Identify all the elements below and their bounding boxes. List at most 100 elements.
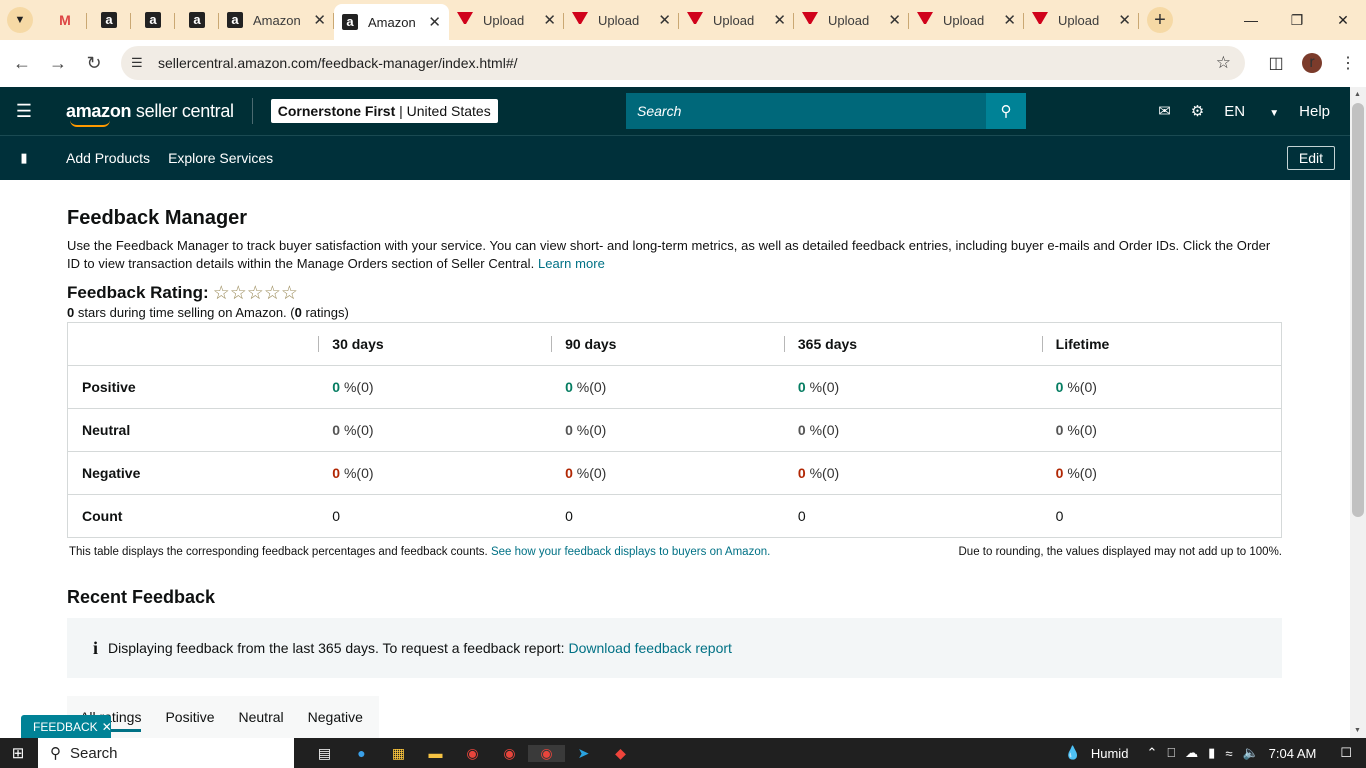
browser-tab[interactable]: a Amazon ✕ bbox=[219, 4, 334, 36]
cell-value: 0 bbox=[332, 465, 341, 481]
onedrive-icon[interactable]: ☁ bbox=[1185, 745, 1198, 761]
bookmark-star-icon[interactable]: ☆ bbox=[1216, 53, 1231, 73]
gear-icon[interactable]: ⚙ bbox=[1191, 102, 1204, 120]
tray-chevron-up-icon[interactable]: ⌃ bbox=[1146, 745, 1157, 761]
new-tab-plus-icon[interactable]: + bbox=[1147, 7, 1173, 33]
browser-tab[interactable]: Upload ✕ bbox=[564, 4, 679, 36]
browser-tab[interactable]: M bbox=[43, 4, 87, 36]
notifications-icon[interactable]: ☐ bbox=[1340, 745, 1352, 761]
reload-icon[interactable]: ↻ bbox=[76, 45, 112, 81]
cell-value: 0 bbox=[1055, 508, 1064, 524]
table-cell: 0 %(0) bbox=[783, 365, 1042, 409]
wifi-icon[interactable]: ≈ bbox=[1225, 746, 1232, 761]
tab-search-chevron-icon[interactable]: ▼ bbox=[7, 7, 33, 33]
windows-taskbar: ⊞ ⚲ Search ▤ ● ▦ ▬ ◉ ◉ ◉ ➤ ◆ 💧 Humid ⌃ ⎕ … bbox=[0, 738, 1366, 768]
telegram-icon[interactable]: ➤ bbox=[565, 745, 602, 762]
feedback-floating-tab[interactable]: FEEDBACK ✕ bbox=[21, 715, 112, 738]
language-selector[interactable]: EN ▼ bbox=[1224, 103, 1279, 120]
amazon-icon: a bbox=[227, 12, 243, 28]
url-text[interactable]: sellercentral.amazon.com/feedback-manage… bbox=[158, 55, 518, 71]
cell-percent: %(0) bbox=[1063, 465, 1097, 481]
search-button[interactable]: ⚲ bbox=[986, 93, 1026, 129]
tab-close-icon[interactable]: ✕ bbox=[1003, 11, 1016, 29]
scroll-thumb[interactable] bbox=[1352, 103, 1364, 517]
edge-icon[interactable]: ● bbox=[343, 745, 380, 762]
tab-close-icon[interactable]: ✕ bbox=[1118, 11, 1131, 29]
back-arrow-icon[interactable]: ← bbox=[4, 45, 40, 81]
tab-close-icon[interactable]: ✕ bbox=[888, 11, 901, 29]
minimize-icon[interactable]: — bbox=[1228, 0, 1274, 40]
browser-tab[interactable]: Upload ✕ bbox=[449, 4, 564, 36]
scroll-down-icon[interactable]: ▼ bbox=[1354, 727, 1361, 734]
cell-percent: %(0) bbox=[340, 422, 374, 438]
tab-title: Upload bbox=[943, 12, 985, 28]
learn-more-link[interactable]: Learn more bbox=[538, 256, 605, 271]
tab-close-icon[interactable]: ✕ bbox=[543, 11, 556, 29]
tab-close-icon[interactable]: ✕ bbox=[428, 13, 441, 31]
browser-tab[interactable]: Upload ✕ bbox=[679, 4, 794, 36]
filter-tab[interactable]: Positive bbox=[165, 709, 214, 725]
bookmark-icon[interactable]: ▮ bbox=[0, 150, 48, 166]
browser-tab[interactable]: a Amazon ✕ bbox=[334, 4, 449, 40]
chrome-profile-icon[interactable]: ◉ bbox=[491, 745, 528, 762]
add-products-link[interactable]: Add Products bbox=[66, 150, 150, 166]
anydesk-icon[interactable]: ◆ bbox=[602, 745, 639, 762]
tab-close-icon[interactable]: ✕ bbox=[773, 11, 786, 29]
download-feedback-report-link[interactable]: Download feedback report bbox=[568, 640, 731, 656]
tab-list: Ma a a a Amazon ✕ a Amazon ✕ Upload ✕ Upload ✕ Upload… bbox=[43, 0, 1139, 40]
page-scrollbar[interactable]: ▲ ▼ bbox=[1350, 87, 1366, 738]
battery-icon[interactable]: ▮ bbox=[1208, 745, 1215, 761]
store-icon[interactable]: ▦ bbox=[380, 745, 417, 762]
clock[interactable]: 7:04 AM bbox=[1269, 746, 1317, 761]
filter-tab[interactable]: Neutral bbox=[239, 709, 284, 725]
task-view-icon[interactable]: ▤ bbox=[306, 745, 343, 762]
volume-icon[interactable]: 🔈 bbox=[1242, 745, 1258, 761]
browser-tab[interactable]: a bbox=[131, 4, 175, 36]
browser-tab[interactable]: Upload ✕ bbox=[794, 4, 909, 36]
store-switcher[interactable]: Cornerstone First | United States bbox=[270, 99, 498, 123]
browser-tab[interactable]: Upload ✕ bbox=[1024, 4, 1139, 36]
taskbar-apps: ▤ ● ▦ ▬ ◉ ◉ ◉ ➤ ◆ bbox=[306, 744, 639, 762]
filter-tab[interactable]: Negative bbox=[308, 709, 363, 725]
tab-close-icon[interactable]: ✕ bbox=[313, 11, 326, 29]
forward-arrow-icon[interactable]: → bbox=[40, 45, 76, 81]
vee-icon bbox=[802, 12, 818, 28]
rating-sub-end: ratings) bbox=[301, 305, 349, 320]
browser-menu-icon[interactable]: ⋮ bbox=[1330, 53, 1366, 73]
explore-services-link[interactable]: Explore Services bbox=[168, 150, 273, 166]
chrome-active-icon[interactable]: ◉ bbox=[528, 744, 565, 762]
taskbar-search[interactable]: ⚲ Search bbox=[38, 738, 294, 768]
weather-icon[interactable]: 💧 bbox=[1065, 745, 1081, 761]
browser-tab[interactable]: a bbox=[87, 4, 131, 36]
tab-close-icon[interactable]: ✕ bbox=[658, 11, 671, 29]
search-input[interactable] bbox=[626, 93, 986, 129]
column-header: 90 days bbox=[551, 323, 784, 366]
hamburger-menu-icon[interactable]: ☰ bbox=[0, 101, 48, 122]
meet-icon[interactable]: ⎕ bbox=[1167, 745, 1175, 761]
chrome-icon[interactable]: ◉ bbox=[454, 745, 491, 762]
side-panel-icon[interactable]: ◫ bbox=[1258, 53, 1294, 73]
mail-icon[interactable]: ✉ bbox=[1158, 102, 1171, 120]
close-window-icon[interactable]: ✕ bbox=[1320, 0, 1366, 40]
cell-value: 0 bbox=[797, 379, 806, 395]
rating-sub-count: 0 bbox=[294, 305, 302, 320]
restore-icon[interactable]: ❐ bbox=[1274, 0, 1320, 40]
edit-button[interactable]: Edit bbox=[1286, 146, 1335, 170]
info-icon: i bbox=[93, 637, 99, 658]
url-omnibox[interactable]: ☰ sellercentral.amazon.com/feedback-mana… bbox=[121, 46, 1245, 80]
see-feedback-display-link[interactable]: See how your feedback displays to buyers… bbox=[491, 546, 770, 558]
close-icon[interactable]: ✕ bbox=[102, 720, 112, 734]
file-explorer-icon[interactable]: ▬ bbox=[417, 745, 454, 762]
scroll-up-icon[interactable]: ▲ bbox=[1354, 91, 1361, 98]
browser-tab[interactable]: a bbox=[175, 4, 219, 36]
cell-value: 0 bbox=[797, 422, 806, 438]
windows-start-icon[interactable]: ⊞ bbox=[0, 744, 36, 762]
profile-avatar[interactable]: r bbox=[1302, 53, 1322, 73]
seller-central-logo[interactable]: amazon seller central bbox=[66, 101, 234, 127]
table-row: Negative 0 %(0) 0 %(0) 0 %(0) 0 %(0) bbox=[67, 451, 1282, 495]
site-settings-icon[interactable]: ☰ bbox=[131, 55, 151, 71]
weather-text[interactable]: Humid bbox=[1091, 746, 1129, 761]
help-link[interactable]: Help bbox=[1299, 103, 1330, 120]
browser-tab[interactable]: Upload ✕ bbox=[909, 4, 1024, 36]
vee-icon bbox=[457, 12, 473, 28]
